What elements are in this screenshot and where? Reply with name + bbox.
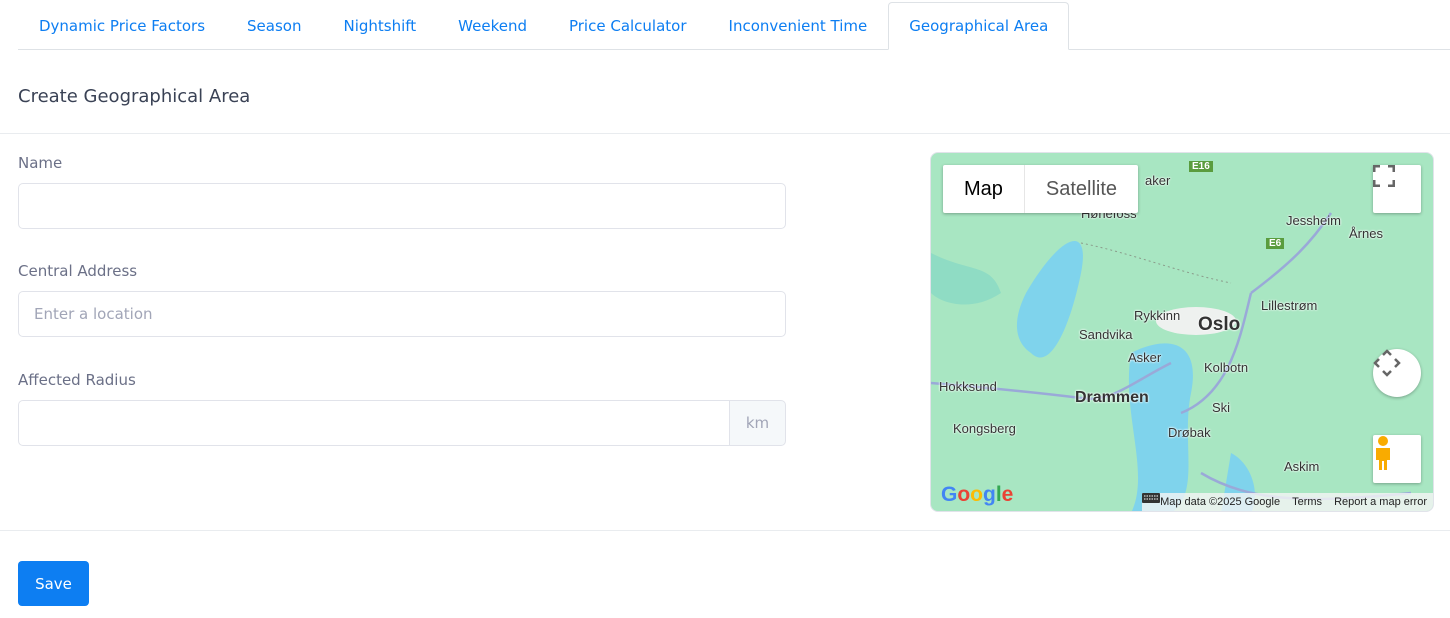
road-shield: E16 — [1189, 161, 1213, 172]
city-label: Kolbotn — [1204, 360, 1249, 375]
fullscreen-icon — [1373, 165, 1395, 187]
tab-bar: Dynamic Price Factors Season Nightshift … — [18, 2, 1450, 50]
city-label: Ski — [1212, 400, 1231, 415]
google-logo: Google — [941, 483, 1014, 506]
terms-link[interactable]: Terms — [1286, 493, 1328, 511]
city-label: Sandvika — [1079, 327, 1133, 342]
camera-control-button[interactable] — [1373, 349, 1421, 397]
map-type-map-button[interactable]: Map — [943, 165, 1025, 213]
tab-dynamic-price-factors[interactable]: Dynamic Price Factors — [18, 2, 226, 50]
page-title: Create Geographical Area — [18, 86, 251, 107]
name-label: Name — [18, 154, 63, 172]
affected-radius-label: Affected Radius — [18, 371, 136, 389]
divider — [0, 530, 1450, 531]
tab-geographical-area[interactable]: Geographical Area — [888, 2, 1070, 50]
city-label: Askim — [1284, 459, 1320, 474]
map-type-control: Map Satellite — [943, 165, 1139, 213]
report-map-error-link[interactable]: Report a map error — [1328, 493, 1433, 511]
save-button[interactable]: Save — [18, 561, 89, 606]
affected-radius-input[interactable] — [18, 400, 730, 446]
name-input[interactable] — [18, 183, 786, 229]
city-label: Årnes — [1349, 226, 1383, 241]
keyboard-icon — [1142, 493, 1161, 503]
fullscreen-button[interactable] — [1373, 165, 1421, 213]
map-attribution: Map data ©2025 Google Terms Report a map… — [1142, 493, 1433, 511]
tab-weekend[interactable]: Weekend — [437, 2, 548, 50]
city-label: Lillestrøm — [1261, 298, 1318, 313]
city-label: Kongsberg — [953, 421, 1016, 436]
tab-inconvenient-time[interactable]: Inconvenient Time — [708, 2, 889, 50]
tab-nightshift[interactable]: Nightshift — [322, 2, 437, 50]
tab-price-calculator[interactable]: Price Calculator — [548, 2, 708, 50]
map[interactable]: E16 E6 Hønefoss aker Jessheim Årnes Lill… — [930, 152, 1434, 512]
radius-unit: km — [729, 400, 786, 446]
keyboard-shortcuts-button[interactable] — [1142, 493, 1161, 511]
pegman-icon — [1376, 436, 1390, 470]
tab-season[interactable]: Season — [226, 2, 322, 50]
central-address-label: Central Address — [18, 262, 138, 280]
road-shield: E6 — [1266, 238, 1285, 249]
map-type-satellite-button[interactable]: Satellite — [1025, 165, 1138, 213]
city-label: aker — [1145, 173, 1171, 188]
street-view-button[interactable] — [1373, 435, 1421, 483]
city-label: Jessheim — [1286, 213, 1341, 228]
city-label: Asker — [1128, 350, 1162, 365]
camera-control-icon — [1373, 349, 1401, 377]
city-label: Drammen — [1075, 389, 1149, 406]
city-label: Drøbak — [1168, 425, 1211, 440]
city-label: Hokksund — [939, 379, 997, 394]
divider — [0, 133, 1450, 134]
central-address-input[interactable] — [18, 291, 786, 337]
map-data-text: Map data ©2025 Google — [1160, 496, 1281, 508]
city-label-oslo: Oslo — [1198, 314, 1241, 335]
city-label: Rykkinn — [1134, 308, 1181, 323]
